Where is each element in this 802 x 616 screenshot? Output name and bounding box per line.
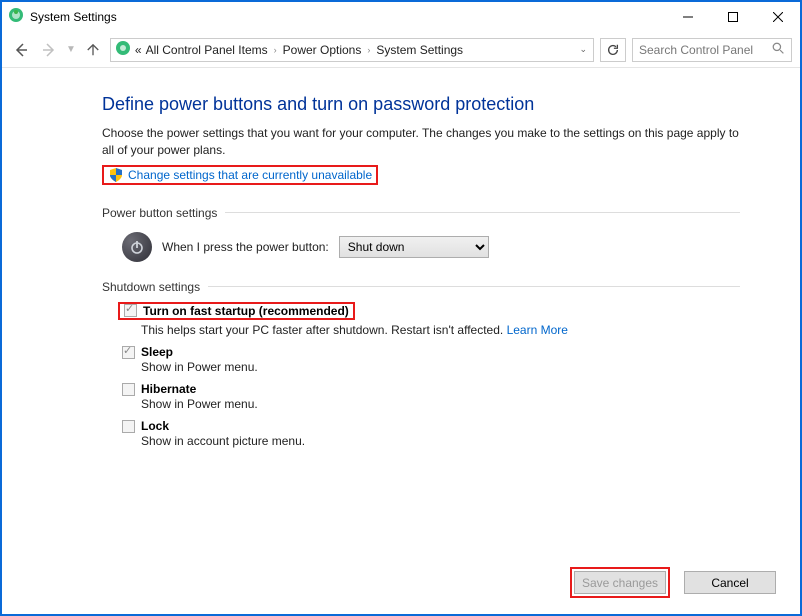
up-button[interactable] [82, 39, 104, 61]
minimize-button[interactable] [665, 2, 710, 32]
breadcrumb-power-options[interactable]: Power Options [283, 43, 362, 57]
breadcrumb-system-settings[interactable]: System Settings [376, 43, 463, 57]
forward-button[interactable] [38, 39, 60, 61]
breadcrumb-all-items[interactable]: All Control Panel Items [146, 43, 268, 57]
sleep-label: Sleep [141, 345, 173, 359]
search-icon [772, 42, 785, 58]
close-button[interactable] [755, 2, 800, 32]
hibernate-label: Hibernate [141, 382, 196, 396]
fast-startup-checkbox[interactable] [124, 304, 137, 317]
app-icon [8, 7, 24, 28]
cancel-button[interactable]: Cancel [684, 571, 776, 594]
power-button-label: When I press the power button: [162, 240, 329, 254]
sleep-desc: Show in Power menu. [141, 360, 740, 374]
hibernate-checkbox[interactable] [122, 383, 135, 396]
shield-icon [108, 167, 124, 183]
learn-more-link[interactable]: Learn More [507, 323, 568, 337]
refresh-button[interactable] [600, 38, 626, 62]
fast-startup-desc: This helps start your PC faster after sh… [141, 323, 740, 337]
back-button[interactable] [10, 39, 32, 61]
content-area: Define power buttons and turn on passwor… [2, 68, 800, 555]
chevron-right-icon[interactable]: › [365, 45, 372, 55]
shutdown-section-label: Shutdown settings [102, 280, 200, 294]
address-dropdown-icon[interactable]: ⌄ [579, 44, 589, 55]
search-input[interactable]: Search Control Panel [632, 38, 792, 62]
window-title: System Settings [30, 10, 117, 24]
page-intro: Choose the power settings that you want … [102, 125, 740, 159]
save-button[interactable]: Save changes [574, 571, 666, 594]
search-placeholder: Search Control Panel [639, 43, 753, 57]
hibernate-desc: Show in Power menu. [141, 397, 740, 411]
divider [208, 286, 740, 287]
lock-label: Lock [141, 419, 169, 433]
chevron-right-icon[interactable]: › [272, 45, 279, 55]
footer: Save changes Cancel [2, 555, 800, 614]
history-dropdown-icon[interactable]: ▼ [66, 44, 76, 55]
divider [225, 212, 740, 213]
lock-checkbox[interactable] [122, 420, 135, 433]
maximize-button[interactable] [710, 2, 755, 32]
sleep-checkbox[interactable] [122, 346, 135, 359]
navbar: ▼ « All Control Panel Items › Power Opti… [2, 32, 800, 68]
address-icon [115, 40, 131, 59]
power-icon [122, 232, 152, 262]
lock-desc: Show in account picture menu. [141, 434, 740, 448]
titlebar: System Settings [2, 2, 800, 32]
page-title: Define power buttons and turn on passwor… [102, 94, 740, 115]
change-settings-link[interactable]: Change settings that are currently unava… [128, 168, 372, 182]
power-button-select[interactable]: Shut down [339, 236, 489, 258]
fast-startup-label: Turn on fast startup (recommended) [143, 304, 349, 318]
breadcrumb-prefix[interactable]: « [135, 43, 142, 57]
address-bar[interactable]: « All Control Panel Items › Power Option… [110, 38, 594, 62]
power-button-section-label: Power button settings [102, 206, 217, 220]
